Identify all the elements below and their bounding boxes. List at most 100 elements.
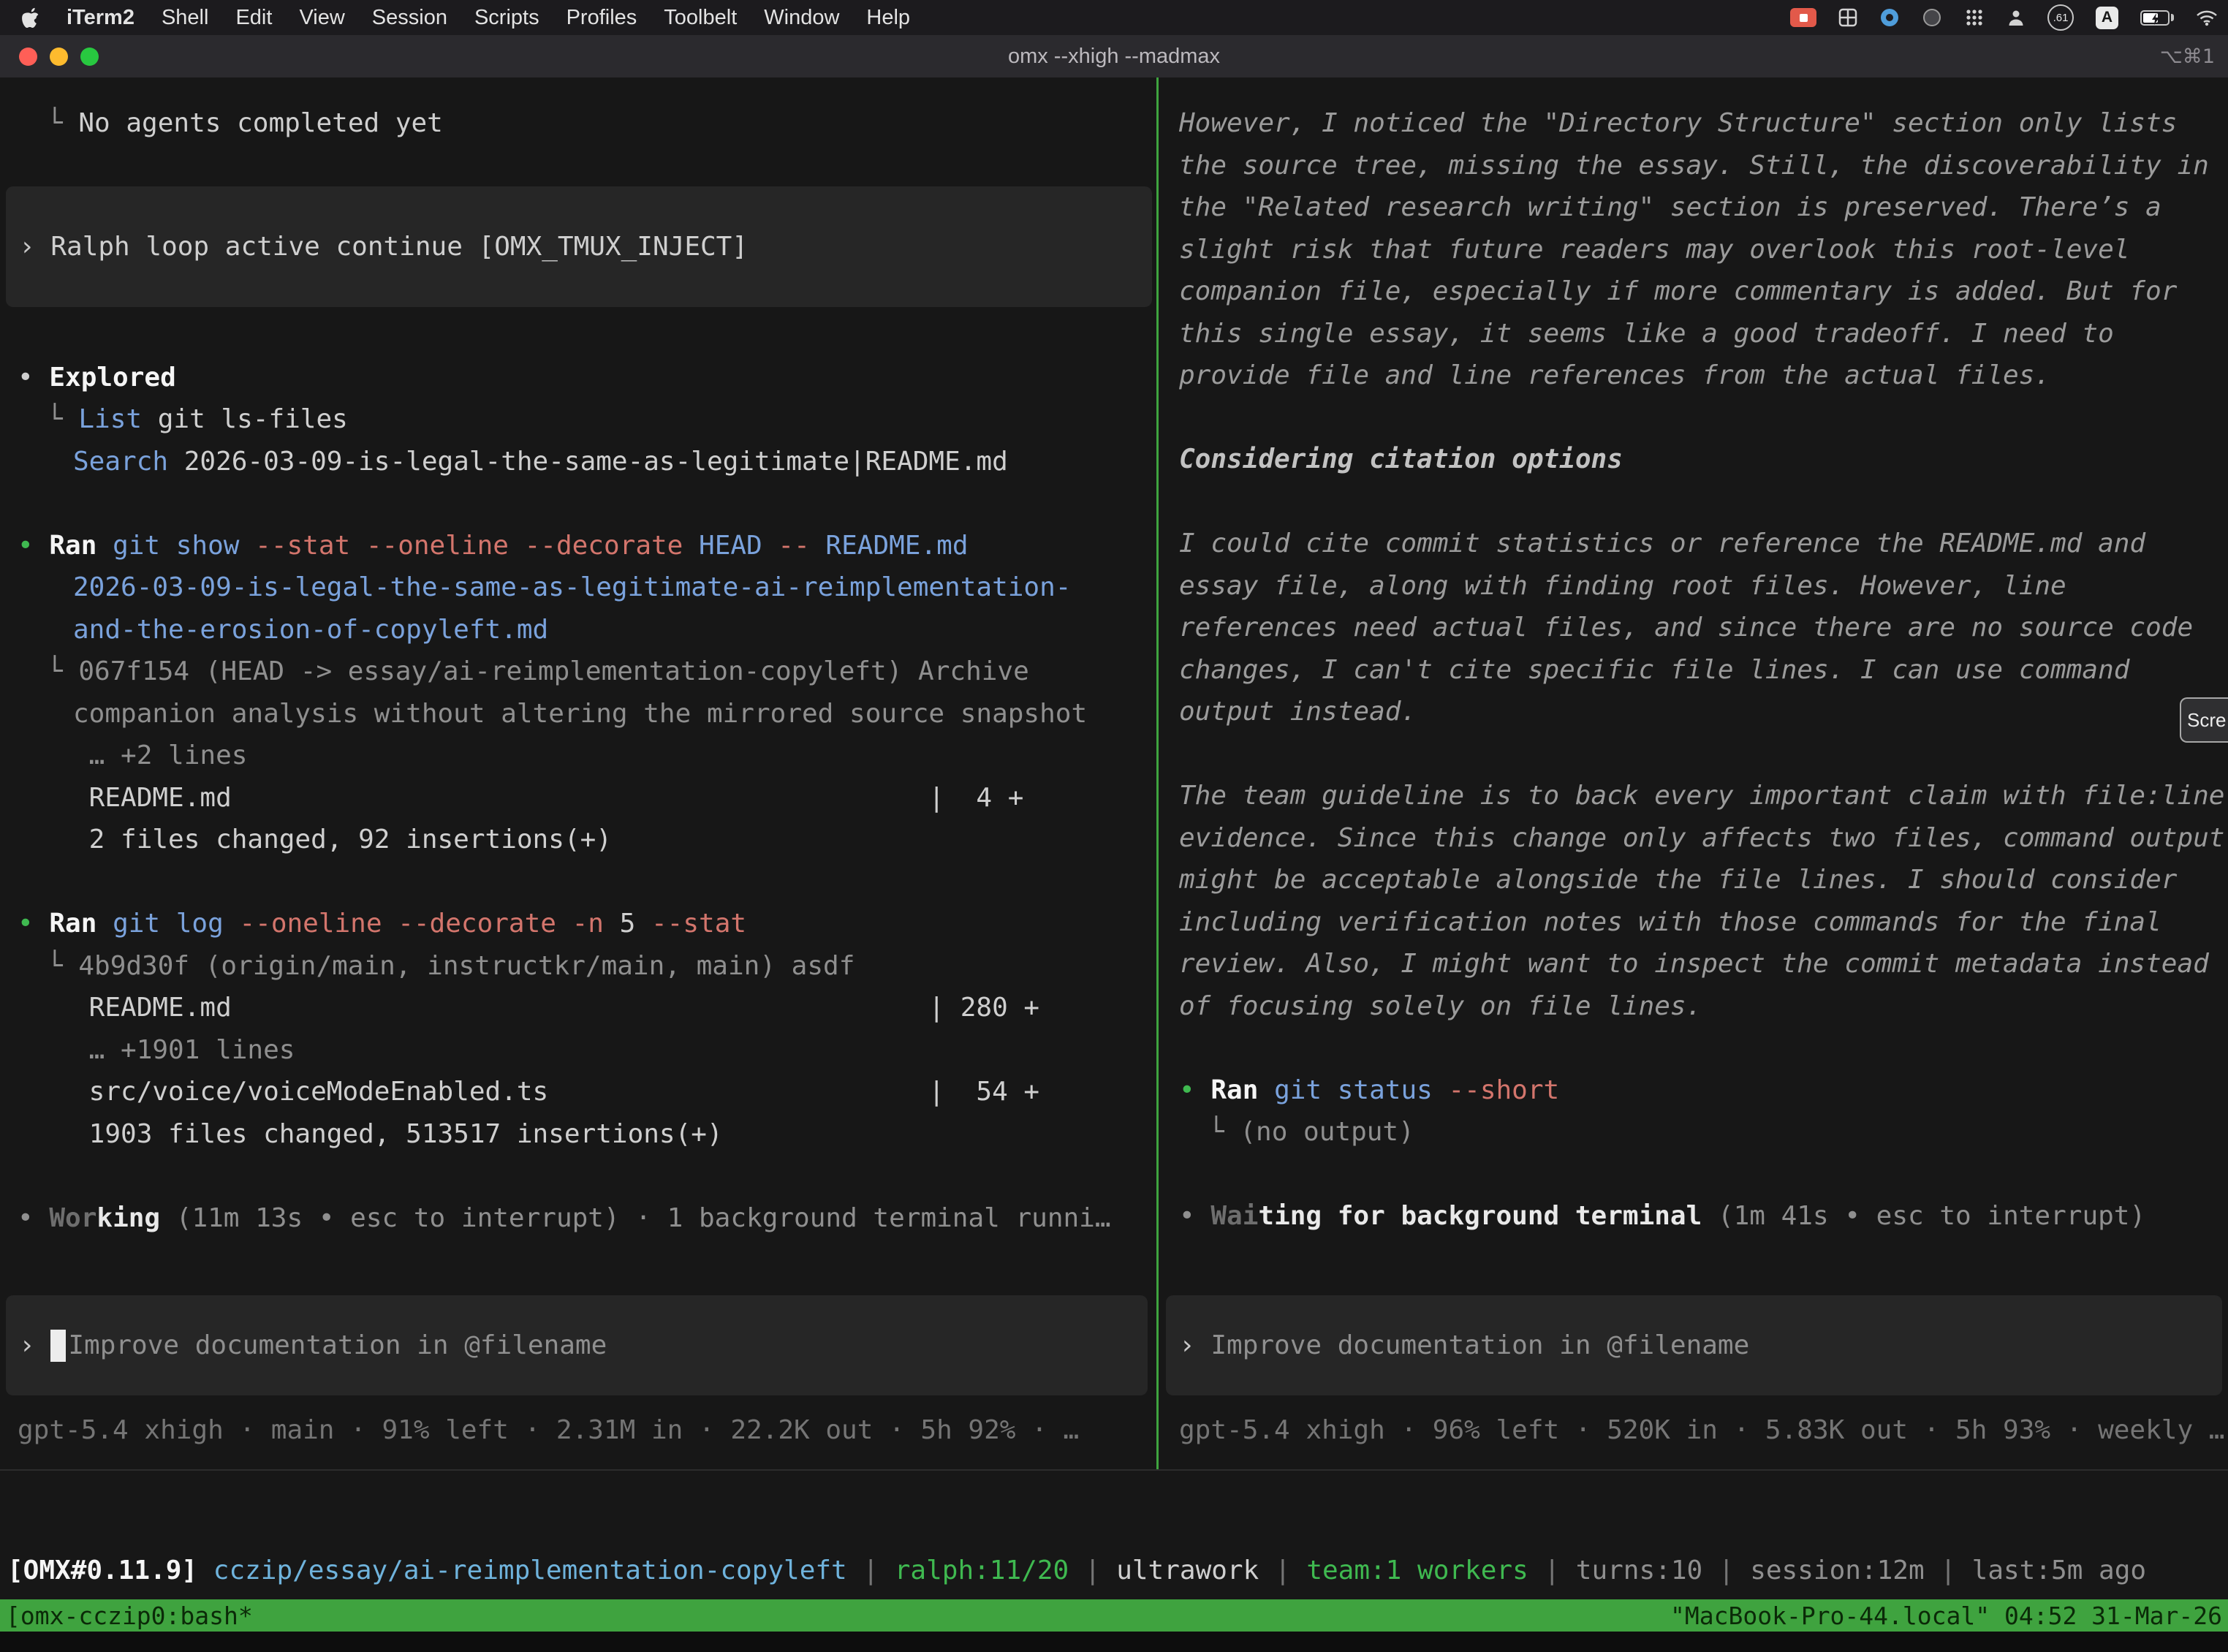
menu-bar-left: iTerm2 Shell Edit View Session Scripts P… — [22, 6, 910, 30]
menu-toolbelt[interactable]: Toolbelt — [664, 6, 737, 30]
reasoning-text: this single essay, it seems like a good … — [1179, 319, 2114, 349]
user-icon[interactable] — [2007, 8, 2026, 27]
reasoning-line: slight risk that future readers may over… — [1179, 229, 2224, 271]
diff-summary-line: 2 files changed, 92 insertions(+) — [18, 819, 1152, 861]
left-pane-content: └ No agents completed yet › Ralph loop a… — [0, 77, 1156, 1239]
window-grid-icon[interactable] — [1838, 8, 1857, 27]
app-icon-dark-circle[interactable] — [1922, 7, 1942, 28]
cmd-filename-wrap: 2026-03-09-is-legal-the-same-as-legitima… — [73, 572, 1071, 602]
working-detail: (11m 13s • esc to interrupt) · 1 backgro… — [160, 1203, 1110, 1233]
spacer-line — [18, 861, 1152, 903]
explored-title: Explored — [49, 363, 175, 393]
explored-list-line: └ List git ls-files — [18, 398, 1152, 441]
working-shimmer-dim: Wor — [49, 1203, 96, 1233]
keyboard-dots-icon[interactable] — [1964, 7, 1985, 28]
tree-connector: └ — [47, 404, 78, 434]
ran-verb: Ran — [49, 909, 96, 939]
separator: | — [1702, 1556, 1750, 1585]
bullet-icon: • — [18, 363, 49, 393]
bullet-icon: • — [1179, 1201, 1210, 1231]
menu-scripts[interactable]: Scripts — [474, 6, 539, 30]
separator: | — [847, 1556, 895, 1585]
reasoning-text: evidence. Since this change only affects… — [1179, 823, 2224, 853]
input-placeholder: Improve documentation in @filename — [68, 1330, 607, 1360]
input-source-icon[interactable]: A — [2096, 7, 2118, 29]
minimize-button[interactable] — [50, 48, 68, 66]
ran-git-status-line: • Ran git status --short — [1179, 1069, 2224, 1112]
zoom-button[interactable] — [80, 48, 99, 66]
reasoning-line: provide file and line references from th… — [1179, 355, 2224, 397]
reasoning-text: of focusing solely on file lines. — [1179, 991, 1702, 1021]
ralph-counter: ralph:11/20 — [895, 1556, 1069, 1585]
reasoning-text: might be acceptable alongside the file l… — [1179, 865, 2177, 895]
spacer-line — [18, 1155, 1152, 1197]
prompt-chevron-icon: › — [19, 232, 50, 262]
battery-gauge-icon[interactable]: .61 — [2047, 4, 2074, 31]
wifi-icon[interactable] — [2196, 9, 2218, 26]
window-shortcut-badge: ⌥⌘1 — [2160, 45, 2215, 68]
cmd-flags: --oneline --decorate -n — [239, 909, 604, 939]
spacer-line — [1179, 481, 2224, 523]
session-timer: session:12m — [1750, 1556, 1924, 1585]
apple-menu-icon[interactable] — [22, 7, 39, 28]
commit-info-line-2: companion analysis without altering the … — [18, 693, 1152, 735]
menu-help[interactable]: Help — [866, 6, 910, 30]
menu-edit[interactable]: Edit — [235, 6, 272, 30]
diff-more-text: … +2 lines — [73, 740, 247, 770]
diff-stat-line: src/voice/voiceModeEnabled.ts | 54 + — [18, 1071, 1152, 1113]
left-agent-pane[interactable]: └ No agents completed yet › Ralph loop a… — [0, 77, 1156, 1469]
prompt-chevron-icon: › — [19, 1330, 50, 1360]
reasoning-line: including verification notes with those … — [1179, 901, 2224, 944]
no-output-line: └ (no output) — [1179, 1111, 2224, 1153]
spacer-line — [1179, 397, 2224, 439]
reasoning-line: The team guideline is to back every impo… — [1179, 775, 2224, 817]
reasoning-text: slight risk that future readers may over… — [1179, 235, 2129, 265]
reasoning-line: the source tree, missing the essay. Stil… — [1179, 145, 2224, 187]
command-input[interactable]: › Improve documentation in @filename — [6, 1295, 1148, 1395]
menu-window[interactable]: Window — [764, 6, 839, 30]
diff-stat-line: README.md | 4 + — [18, 777, 1152, 819]
reasoning-line: However, I noticed the "Directory Struct… — [1179, 102, 2224, 145]
reasoning-text: changes, I can't cite specific file line… — [1179, 655, 2129, 685]
reasoning-line: changes, I can't cite specific file line… — [1179, 649, 2224, 692]
menu-shell[interactable]: Shell — [162, 6, 209, 30]
window-title-bar[interactable]: omx --xhigh --madmax ⌥⌘1 — [0, 35, 2228, 77]
ran-verb: Ran — [49, 531, 96, 561]
menu-session[interactable]: Session — [372, 6, 447, 30]
no-agents-text: No agents completed yet — [78, 108, 443, 138]
reasoning-text: references need actual files, and since … — [1179, 613, 2193, 643]
battery-icon[interactable] — [2140, 10, 2174, 26]
cmd-flags: --stat --oneline --decorate — [255, 531, 683, 561]
reasoning-line: companion file, especially if more comme… — [1179, 270, 2224, 313]
close-button[interactable] — [19, 48, 37, 66]
right-agent-pane[interactable]: However, I noticed the "Directory Struct… — [1159, 77, 2228, 1469]
diff-summary-line: 1903 files changed, 513517 insertions(+) — [18, 1113, 1152, 1156]
last-activity: last:5m ago — [1972, 1556, 2146, 1585]
diff-stat-line: README.md | 280 + — [18, 987, 1152, 1029]
tmux-host-time: "MacBook-Pro-44.local" 04:52 31-Mar-26 — [1670, 1602, 2222, 1630]
commit-text: └ 067f154 (HEAD -> essay/ai-reimplementa… — [47, 656, 1029, 686]
battery-gauge-value: .61 — [2053, 12, 2069, 24]
ran-git-show-line: • Ran git show --stat --oneline --decora… — [18, 525, 1152, 567]
tree-connector: └ — [47, 108, 78, 138]
inject-text: Ralph loop active continue [OMX_TMUX_INJ… — [50, 232, 748, 262]
reasoning-text: including verification notes with those … — [1179, 907, 2161, 937]
menu-app-name[interactable]: iTerm2 — [67, 6, 134, 30]
diff-stat-text: README.md | 4 + — [73, 783, 1023, 813]
cmd-filename-wrap: and-the-erosion-of-copyleft.md — [73, 615, 548, 645]
session-stats: gpt-5.4 xhigh · main · 91% left · 2.31M … — [18, 1409, 1153, 1452]
list-args: git ls-files — [142, 404, 348, 434]
reasoning-text: provide file and line references from th… — [1179, 360, 2050, 390]
command-input[interactable]: › Improve documentation in @filename — [1166, 1295, 2222, 1395]
menu-profiles[interactable]: Profiles — [567, 6, 637, 30]
screen-recording-stop-icon[interactable] — [1790, 8, 1816, 27]
menu-view[interactable]: View — [299, 6, 344, 30]
cmd-readme: README.md — [810, 531, 969, 561]
spacer-line — [1179, 1027, 2224, 1069]
commit-text: companion analysis without altering the … — [73, 699, 1087, 729]
diff-stat-text: README.md | 280 + — [73, 993, 1039, 1023]
spacer-line — [1179, 1153, 2224, 1196]
reasoning-line: evidence. Since this change only affects… — [1179, 817, 2224, 860]
diff-more-line: … +2 lines — [18, 735, 1152, 777]
app-icon-blue[interactable] — [1879, 7, 1900, 28]
